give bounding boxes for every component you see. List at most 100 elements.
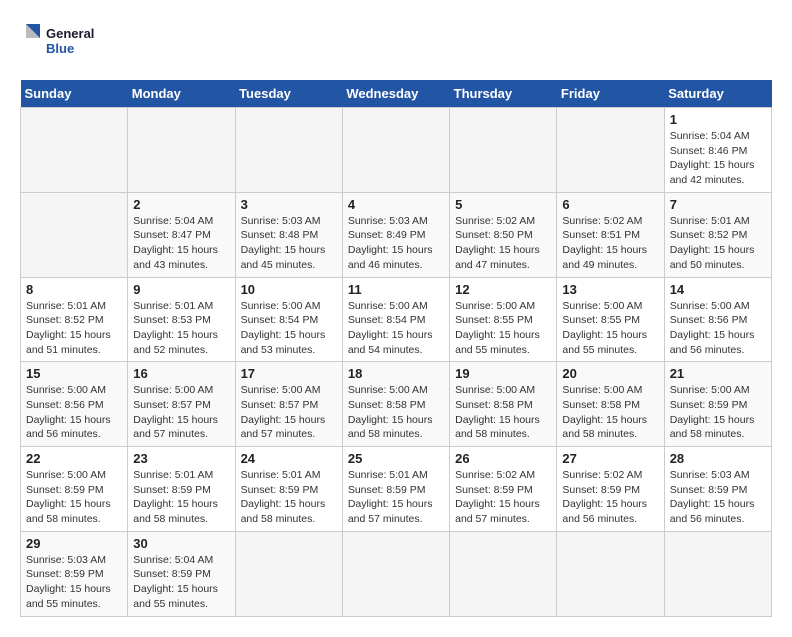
calendar-week-4: 15 Sunrise: 5:00 AMSunset: 8:56 PMDayligh…	[21, 362, 772, 447]
empty-cell	[557, 108, 664, 193]
col-header-friday: Friday	[557, 80, 664, 108]
day-number: 28	[670, 451, 766, 466]
day-cell-12: 12Sunrise: 5:00 AMSunset: 8:55 PMDayligh…	[450, 277, 557, 362]
empty-cell	[342, 531, 449, 616]
day-info: Sunrise: 5:03 AMSunset: 8:59 PMDaylight:…	[26, 553, 122, 612]
day-info: Sunrise: 5:03 AMSunset: 8:48 PMDaylight:…	[241, 214, 337, 273]
empty-cell	[21, 108, 128, 193]
day-info: Sunrise: 5:02 AMSunset: 8:59 PMDaylight:…	[562, 468, 658, 527]
day-cell-5: 5Sunrise: 5:02 AMSunset: 8:50 PMDaylight…	[450, 192, 557, 277]
day-number: 8	[26, 282, 122, 297]
day-cell-25: 25Sunrise: 5:01 AMSunset: 8:59 PMDayligh…	[342, 447, 449, 532]
day-cell-10: 10 Sunrise: 5:00 AMSunset: 8:54 PMDayligh…	[235, 277, 342, 362]
day-info: Sunrise: 5:00 AMSunset: 8:55 PMDaylight:…	[562, 299, 658, 358]
day-info: Sunrise: 5:04 AMSunset: 8:59 PMDaylight:…	[133, 553, 229, 612]
day-cell-29: 29 Sunrise: 5:03 AMSunset: 8:59 PMDayligh…	[21, 531, 128, 616]
day-info: Sunrise: 5:00 AMSunset: 8:54 PMDaylight:…	[348, 299, 444, 358]
day-number: 24	[241, 451, 337, 466]
empty-cell	[664, 531, 771, 616]
day-cell-15: 15 Sunrise: 5:00 AMSunset: 8:56 PMDayligh…	[21, 362, 128, 447]
day-info: Sunrise: 5:00 AMSunset: 8:56 PMDaylight:…	[670, 299, 766, 358]
day-number: 11	[348, 282, 444, 297]
day-info: Sunrise: 5:00 AMSunset: 8:59 PMDaylight:…	[26, 468, 122, 527]
col-header-monday: Monday	[128, 80, 235, 108]
day-cell-14: 14Sunrise: 5:00 AMSunset: 8:56 PMDayligh…	[664, 277, 771, 362]
logo: General Blue	[20, 20, 100, 64]
empty-cell	[557, 531, 664, 616]
day-number: 10	[241, 282, 337, 297]
day-number: 20	[562, 366, 658, 381]
day-info: Sunrise: 5:04 AMSunset: 8:46 PMDaylight:…	[670, 129, 766, 188]
calendar-week-6: 29 Sunrise: 5:03 AMSunset: 8:59 PMDayligh…	[21, 531, 772, 616]
day-info: Sunrise: 5:01 AMSunset: 8:59 PMDaylight:…	[133, 468, 229, 527]
day-number: 16	[133, 366, 229, 381]
day-info: Sunrise: 5:03 AMSunset: 8:49 PMDaylight:…	[348, 214, 444, 273]
day-info: Sunrise: 5:00 AMSunset: 8:56 PMDaylight:…	[26, 383, 122, 442]
day-number: 18	[348, 366, 444, 381]
day-number: 7	[670, 197, 766, 212]
day-number: 19	[455, 366, 551, 381]
day-cell-27: 27Sunrise: 5:02 AMSunset: 8:59 PMDayligh…	[557, 447, 664, 532]
day-cell-30: 30Sunrise: 5:04 AMSunset: 8:59 PMDayligh…	[128, 531, 235, 616]
day-cell-16: 16Sunrise: 5:00 AMSunset: 8:57 PMDayligh…	[128, 362, 235, 447]
day-number: 17	[241, 366, 337, 381]
day-cell-3: 3Sunrise: 5:03 AMSunset: 8:48 PMDaylight…	[235, 192, 342, 277]
day-number: 21	[670, 366, 766, 381]
day-cell-26: 26Sunrise: 5:02 AMSunset: 8:59 PMDayligh…	[450, 447, 557, 532]
day-number: 15	[26, 366, 122, 381]
col-header-saturday: Saturday	[664, 80, 771, 108]
day-info: Sunrise: 5:02 AMSunset: 8:59 PMDaylight:…	[455, 468, 551, 527]
day-info: Sunrise: 5:01 AMSunset: 8:53 PMDaylight:…	[133, 299, 229, 358]
svg-text:General: General	[46, 26, 94, 41]
day-cell-6: 6 Sunrise: 5:02 AMSunset: 8:51 PMDaylight…	[557, 192, 664, 277]
col-header-sunday: Sunday	[21, 80, 128, 108]
day-number: 29	[26, 536, 122, 551]
svg-text:Blue: Blue	[46, 41, 74, 56]
day-number: 12	[455, 282, 551, 297]
day-cell-24: 24Sunrise: 5:01 AMSunset: 8:59 PMDayligh…	[235, 447, 342, 532]
day-info: Sunrise: 5:00 AMSunset: 8:54 PMDaylight:…	[241, 299, 337, 358]
day-cell-9: 9 Sunrise: 5:01 AMSunset: 8:53 PMDaylight…	[128, 277, 235, 362]
day-cell-11: 11 Sunrise: 5:00 AMSunset: 8:54 PMDayligh…	[342, 277, 449, 362]
day-info: Sunrise: 5:00 AMSunset: 8:59 PMDaylight:…	[670, 383, 766, 442]
col-header-wednesday: Wednesday	[342, 80, 449, 108]
calendar-week-1: 1 Sunrise: 5:04 AMSunset: 8:46 PMDaylight…	[21, 108, 772, 193]
day-number: 2	[133, 197, 229, 212]
day-info: Sunrise: 5:00 AMSunset: 8:58 PMDaylight:…	[455, 383, 551, 442]
calendar-week-2: 2 Sunrise: 5:04 AMSunset: 8:47 PMDaylight…	[21, 192, 772, 277]
day-number: 9	[133, 282, 229, 297]
day-info: Sunrise: 5:03 AMSunset: 8:59 PMDaylight:…	[670, 468, 766, 527]
day-cell-22: 22 Sunrise: 5:00 AMSunset: 8:59 PMDayligh…	[21, 447, 128, 532]
day-cell-23: 23 Sunrise: 5:01 AMSunset: 8:59 PMDayligh…	[128, 447, 235, 532]
day-info: Sunrise: 5:00 AMSunset: 8:57 PMDaylight:…	[241, 383, 337, 442]
page-header: General Blue	[20, 20, 772, 64]
day-number: 22	[26, 451, 122, 466]
day-number: 6	[562, 197, 658, 212]
calendar-week-3: 8 Sunrise: 5:01 AMSunset: 8:52 PMDaylight…	[21, 277, 772, 362]
day-cell-28: 28 Sunrise: 5:03 AMSunset: 8:59 PMDayligh…	[664, 447, 771, 532]
day-cell-18: 18 Sunrise: 5:00 AMSunset: 8:58 PMDayligh…	[342, 362, 449, 447]
empty-cell	[450, 531, 557, 616]
day-number: 23	[133, 451, 229, 466]
day-info: Sunrise: 5:04 AMSunset: 8:47 PMDaylight:…	[133, 214, 229, 273]
col-header-tuesday: Tuesday	[235, 80, 342, 108]
empty-cell	[235, 108, 342, 193]
calendar-table: SundayMondayTuesdayWednesdayThursdayFrid…	[20, 80, 772, 617]
day-cell-19: 19 Sunrise: 5:00 AMSunset: 8:58 PMDayligh…	[450, 362, 557, 447]
day-cell-21: 21 Sunrise: 5:00 AMSunset: 8:59 PMDayligh…	[664, 362, 771, 447]
calendar-week-5: 22 Sunrise: 5:00 AMSunset: 8:59 PMDayligh…	[21, 447, 772, 532]
day-cell-17: 17 Sunrise: 5:00 AMSunset: 8:57 PMDayligh…	[235, 362, 342, 447]
day-info: Sunrise: 5:01 AMSunset: 8:52 PMDaylight:…	[26, 299, 122, 358]
day-number: 1	[670, 112, 766, 127]
day-info: Sunrise: 5:02 AMSunset: 8:50 PMDaylight:…	[455, 214, 551, 273]
empty-cell	[235, 531, 342, 616]
logo-svg: General Blue	[20, 20, 100, 64]
day-cell-1: 1 Sunrise: 5:04 AMSunset: 8:46 PMDaylight…	[664, 108, 771, 193]
day-info: Sunrise: 5:00 AMSunset: 8:58 PMDaylight:…	[348, 383, 444, 442]
empty-cell	[21, 192, 128, 277]
day-cell-4: 4Sunrise: 5:03 AMSunset: 8:49 PMDaylight…	[342, 192, 449, 277]
day-cell-8: 8 Sunrise: 5:01 AMSunset: 8:52 PMDaylight…	[21, 277, 128, 362]
day-info: Sunrise: 5:00 AMSunset: 8:58 PMDaylight:…	[562, 383, 658, 442]
day-info: Sunrise: 5:02 AMSunset: 8:51 PMDaylight:…	[562, 214, 658, 273]
day-cell-7: 7Sunrise: 5:01 AMSunset: 8:52 PMDaylight…	[664, 192, 771, 277]
